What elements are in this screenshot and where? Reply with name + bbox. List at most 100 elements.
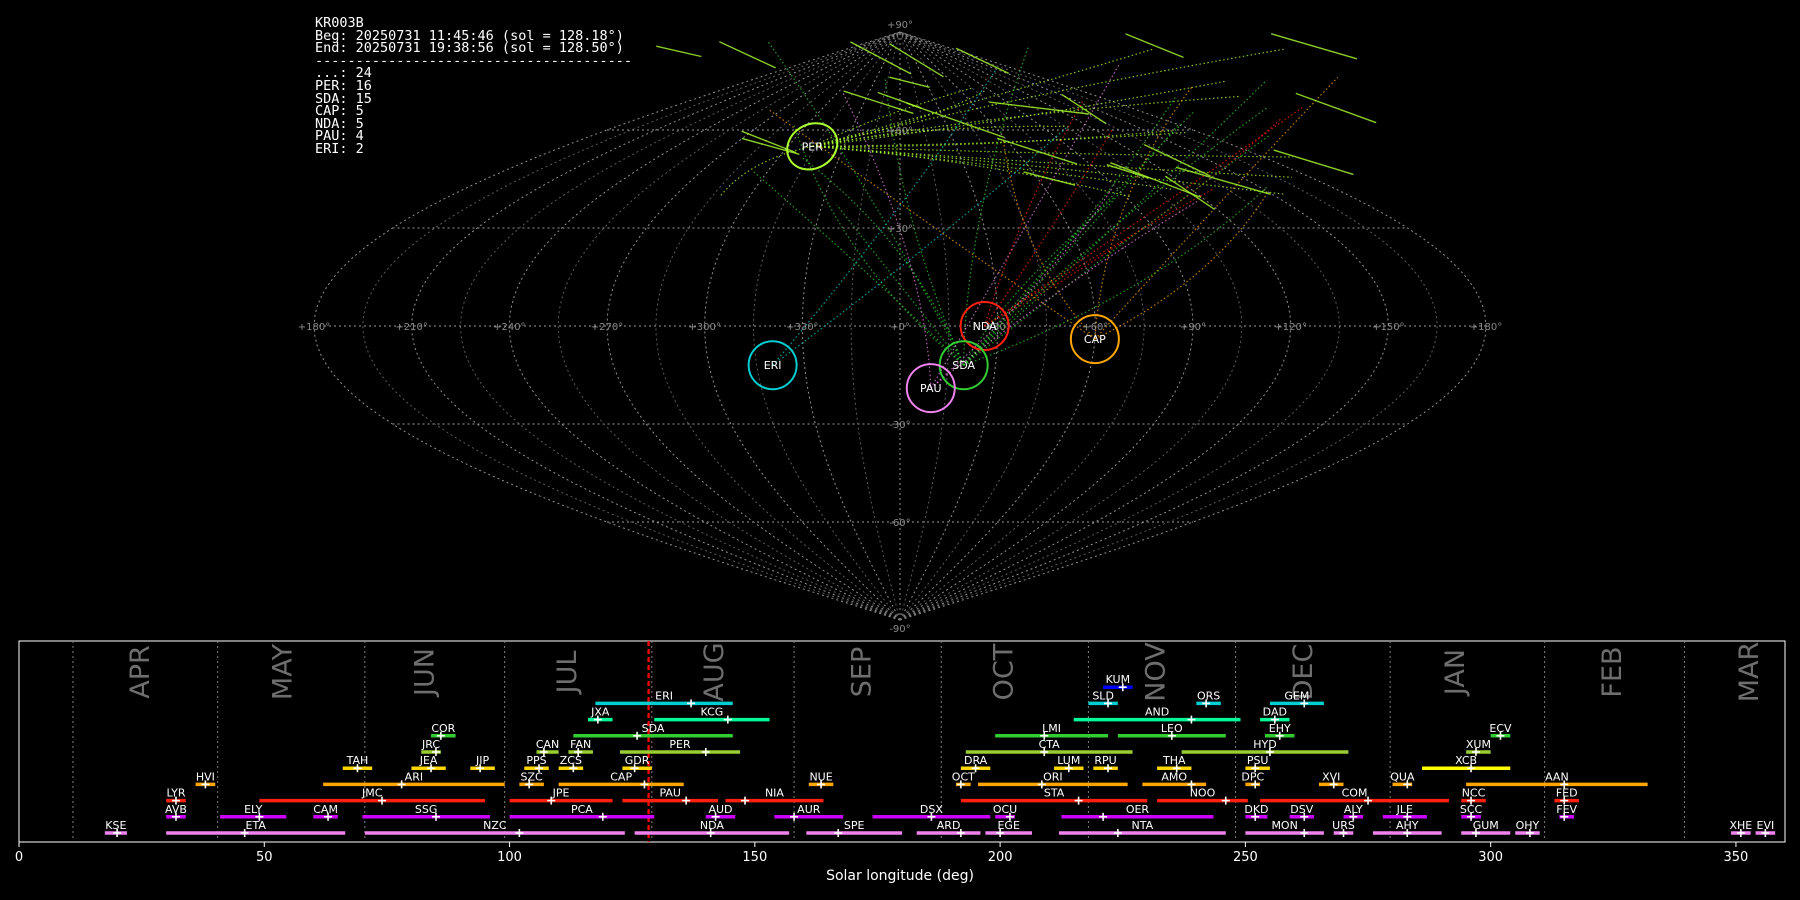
- shower-fan: FAN: [568, 738, 593, 756]
- shower-label: RPU: [1094, 754, 1116, 767]
- shower-xum: XUM: [1466, 738, 1491, 756]
- month-label-may: MAY: [267, 643, 298, 700]
- radiant-label: PAU: [920, 382, 942, 395]
- sporadic-trail: [656, 45, 702, 58]
- month-markers: APR MAY JUN JUL AUG SEP OCT NOV DEC JAN FEB MAR: [72, 641, 1765, 842]
- shower-dra: DRA: [960, 754, 991, 773]
- radiant-label: SDA: [952, 359, 975, 372]
- shower-label: LMI: [1042, 722, 1061, 735]
- timeline-border: [18, 640, 1786, 843]
- sporadic-trail: [889, 43, 944, 78]
- shower-label: DKD: [1244, 803, 1268, 816]
- shower-label: JMC: [361, 787, 383, 800]
- shower-label: EGE: [997, 819, 1019, 832]
- shower-kum: KUM: [1103, 673, 1133, 692]
- shower-aur: AUR: [774, 803, 844, 821]
- longitude-label: +90°: [1180, 322, 1206, 333]
- shower-ohy: OHY: [1515, 819, 1540, 837]
- shower-gum: GUM: [1461, 819, 1511, 837]
- latitude-label: -90°: [889, 624, 910, 635]
- meteor-trail: [812, 89, 987, 147]
- shower-label: PPS: [526, 754, 546, 767]
- shower-aud: AUD: [705, 803, 736, 821]
- shower-label: TAH: [346, 754, 369, 767]
- radiant-label: PER: [802, 140, 824, 153]
- x-tick-label: 200: [988, 850, 1013, 865]
- shower-label: GEM: [1284, 689, 1309, 702]
- radiant-eri: ERI: [747, 340, 798, 391]
- longitude-label: +150°: [1372, 322, 1404, 333]
- shower-label: FED: [1556, 787, 1578, 800]
- shower-label: FAN: [570, 738, 591, 751]
- shower-label: SLD: [1092, 689, 1114, 702]
- shower-mon: MON: [1245, 819, 1324, 837]
- shower-ely: ELY: [220, 803, 287, 821]
- shower-label: ORI: [1043, 770, 1063, 783]
- shower-pca: PCA: [509, 803, 655, 821]
- shower-label: JRC: [421, 738, 440, 751]
- shower-com: COM: [1260, 787, 1449, 805]
- longitude-label: +60°: [1082, 322, 1108, 333]
- sporadic-trail: [1125, 33, 1184, 59]
- month-label-jul: JUL: [552, 651, 583, 696]
- shower-label: DPC: [1241, 770, 1264, 783]
- shower-ard: ARD: [916, 819, 981, 837]
- meteor-trail: [752, 170, 965, 366]
- shower-label: THA: [1162, 754, 1186, 767]
- longitude-label: +270°: [591, 322, 623, 333]
- shower-cor: COR: [431, 722, 456, 740]
- shower-label: FEV: [1556, 803, 1577, 816]
- shower-sta: STA: [960, 787, 1148, 805]
- month-label-dec: DEC: [1288, 644, 1319, 701]
- latitude-label: +30°: [887, 224, 913, 235]
- shower-lmi: LMI: [995, 722, 1109, 740]
- shower-and: AND: [1073, 706, 1241, 724]
- shower-amo: AMO: [1142, 770, 1207, 789]
- shower-label: ZCS: [560, 754, 582, 767]
- shower-label: PER: [669, 738, 691, 751]
- meteor-trail: [984, 127, 1114, 327]
- shower-label: DSX: [920, 803, 943, 816]
- longitude-label: +210°: [395, 322, 427, 333]
- sky-axis-labels: +180° +150° +120° +90° +60° +30° +0° +330° +300°…: [298, 20, 1502, 635]
- shower-tha: THA: [1157, 754, 1192, 773]
- sporadic-trail: [719, 41, 776, 69]
- shower-label: MON: [1271, 819, 1297, 832]
- sky-map: +180° +150° +120° +90° +60° +30° +0° +330° +300°…: [298, 20, 1502, 635]
- shower-label: XUM: [1466, 738, 1491, 751]
- shower-label: AMO: [1161, 770, 1187, 783]
- timeline-frame: [18, 640, 1786, 843]
- shower-label: ERI: [655, 689, 673, 702]
- radiant-label: ERI: [764, 359, 782, 372]
- shower-ahy: AHY: [1372, 819, 1442, 837]
- shower-label: CAP: [610, 770, 632, 783]
- shower-jip: JIP: [470, 754, 495, 773]
- shower-bars: KUM ERI SLD ORS GEM JXA KCG AND DAD COR SDA LMI LEO E…: [104, 673, 1776, 837]
- shower-label: NOO: [1190, 787, 1216, 800]
- sporadic-trail: [1271, 33, 1358, 60]
- shower-label: PCA: [571, 803, 593, 816]
- shower-tah: TAH: [342, 754, 373, 773]
- month-label-apr: APR: [125, 645, 156, 699]
- sporadic-trail: [889, 76, 930, 88]
- shower-spe: SPE: [806, 819, 902, 837]
- shower-oer: OER: [1061, 803, 1214, 821]
- latitude-label: +60°: [887, 126, 913, 137]
- shower-cta: CTA: [965, 738, 1133, 756]
- shower-pps: PPS: [524, 754, 549, 773]
- shower-oct: OCT: [952, 770, 975, 789]
- shower-label: OER: [1126, 803, 1150, 816]
- shower-label: JLE: [1396, 803, 1413, 816]
- shower-dsv: DSV: [1289, 803, 1315, 821]
- shower-ari: ARI: [323, 770, 505, 789]
- longitude-label: +300°: [688, 322, 720, 333]
- shower-nzc: NZC: [364, 819, 625, 837]
- shower-xhe: XHE: [1729, 819, 1752, 837]
- shower-zcs: ZCS: [558, 754, 584, 773]
- shower-rpu: RPU: [1093, 754, 1118, 773]
- shower-leo: LEO: [1117, 722, 1226, 740]
- shower-label: KSE: [105, 819, 126, 832]
- longitude-label: +330°: [786, 322, 818, 333]
- longitude-label: +240°: [493, 322, 525, 333]
- shower-gdr: GDR: [622, 754, 652, 773]
